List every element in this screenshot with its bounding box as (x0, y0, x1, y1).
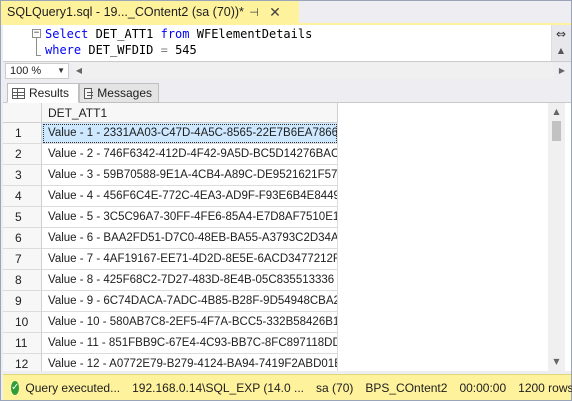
status-query: Query executed... (25, 380, 121, 395)
table-row[interactable]: 11 Value - 11 - 851FBB9C-67E4-4C93-BB7C-8… (3, 333, 338, 354)
identifier-table: WFElementDetails (189, 27, 313, 41)
code-line-2[interactable]: where DET_WFDID = 545 (45, 42, 197, 58)
status-user: sa (70) (316, 380, 354, 395)
grid-rows: 1 Value - 1 - 2331AA03-C47D-4A5C-8565-22E… (3, 123, 338, 371)
table-row[interactable]: 12 Value - 12 - A0772E79-B279-4124-BA94-7… (3, 354, 338, 371)
grid-icon (12, 87, 25, 99)
query-window: SQLQuery1.sql - 19..._COntent2 (sa (70))… (0, 0, 572, 401)
outline-line (36, 38, 37, 56)
table-row[interactable]: 7 Value - 7 - 4AF19167-EE71-4D2D-8E5E-6AC… (3, 249, 338, 270)
document-tabstrip: SQLQuery1.sql - 19..._COntent2 (sa (70))… (1, 1, 571, 25)
keyword-select: Select (45, 27, 89, 41)
results-tabstrip: Results Messages (3, 81, 571, 103)
messages-icon (84, 87, 94, 99)
document-tab[interactable]: SQLQuery1.sql - 19..._COntent2 (sa (70))… (1, 1, 299, 25)
scroll-right-icon[interactable]: ▶ (556, 64, 568, 78)
zoom-bar: 100 % ▼ ◀ ▶ (3, 61, 571, 79)
table-row[interactable]: 8 Value - 8 - 425F68C2-7D27-483D-8E4B-05C… (3, 270, 338, 291)
grid-cell[interactable]: Value - 5 - 3C5C96A7-30FF-4FE6-85A4-E7D8… (42, 207, 338, 228)
grid-cell[interactable]: Value - 8 - 425F68C2-7D27-483D-8E4B-05C8… (42, 270, 338, 291)
grid-cell[interactable]: Value - 9 - 6C74DACA-7ADC-4B85-B28F-9D54… (42, 291, 338, 312)
row-number[interactable]: 8 (3, 270, 42, 291)
row-number[interactable]: 6 (3, 228, 42, 249)
code-line-1[interactable]: Select DET_ATT1 from WFElementDetails (45, 26, 312, 42)
row-number[interactable]: 1 (3, 123, 42, 144)
operator-equals: = (160, 43, 168, 57)
scroll-left-icon[interactable]: ◀ (73, 64, 85, 78)
pin-icon[interactable]: ⊣ (247, 6, 261, 20)
document-tab-title: SQLQuery1.sql - 19..._COntent2 (sa (70))… (7, 5, 244, 19)
tab-results-label: Results (29, 86, 70, 100)
zoom-value: 100 % (10, 65, 42, 77)
row-number[interactable]: 12 (3, 354, 42, 371)
scroll-thumb[interactable] (552, 121, 561, 141)
keyword-where: where (45, 43, 82, 57)
table-row[interactable]: 3 Value - 3 - 59B70588-9E1A-4CB4-A89C-DE9… (3, 165, 338, 186)
grid-cell[interactable]: Value - 7 - 4AF19167-EE71-4D2D-8E5E-6ACD… (42, 249, 338, 270)
table-row[interactable]: 10 Value - 10 - 580AB7C8-2EF5-4F7A-BCC5-3… (3, 312, 338, 333)
results-grid[interactable]: DET_ATT1 1 Value - 1 - 2331AA03-C47D-4A5C… (3, 103, 571, 371)
row-number[interactable]: 10 (3, 312, 42, 333)
success-icon: ✓ (11, 380, 20, 395)
grid-cell[interactable]: Value - 4 - 456F6C4E-772C-4EA3-AD9F-F93E… (42, 186, 338, 207)
identifier-column: DET_ATT1 (88, 27, 161, 41)
row-number[interactable]: 7 (3, 249, 42, 270)
table-row[interactable]: 5 Value - 5 - 3C5C96A7-30FF-4FE6-85A4-E7D… (3, 207, 338, 228)
literal-number: 545 (167, 43, 197, 57)
chevron-down-icon[interactable]: ▼ (57, 64, 65, 78)
grid-cell[interactable]: Value - 12 - A0772E79-B279-4124-BA94-741… (42, 354, 338, 371)
tab-messages[interactable]: Messages (79, 83, 159, 103)
grid-cell[interactable]: Value - 11 - 851FBB9C-67E4-4C93-BB7C-8FC… (42, 333, 338, 354)
grid-cell[interactable]: Value - 10 - 580AB7C8-2EF5-4F7A-BCC5-332… (42, 312, 338, 333)
grid-cell[interactable]: Value - 6 - BAA2FD51-D7C0-48EB-BA55-A379… (42, 228, 338, 249)
tab-messages-label: Messages (97, 86, 152, 100)
row-number[interactable]: 2 (3, 144, 42, 165)
scroll-down-icon[interactable]: ▼ (548, 355, 565, 369)
table-row[interactable]: 4 Value - 4 - 456F6C4E-772C-4EA3-AD9F-F93… (3, 186, 338, 207)
scroll-up-icon[interactable]: ▲ (548, 105, 565, 119)
table-row[interactable]: 6 Value - 6 - BAA2FD51-D7C0-48EB-BA55-A37… (3, 228, 338, 249)
outline-end (36, 55, 41, 56)
status-bar: ✓ Query executed... 192.168.0.14\SQL_EXP… (3, 374, 572, 400)
tab-results[interactable]: Results (7, 83, 79, 103)
row-number[interactable]: 4 (3, 186, 42, 207)
keyword-from: from (160, 27, 190, 41)
editor-gutter (3, 25, 33, 61)
grid-cell[interactable]: Value - 2 - 746F6342-412D-4F42-9A5D-BC5D… (42, 144, 338, 165)
row-number[interactable]: 9 (3, 291, 42, 312)
grid-header: DET_ATT1 (3, 103, 338, 123)
status-time: 00:00:00 (459, 380, 507, 395)
table-row[interactable]: 9 Value - 9 - 6C74DACA-7ADC-4B85-B28F-9D5… (3, 291, 338, 312)
grid-vertical-scrollbar[interactable]: ▲ ▼ (548, 103, 565, 371)
grid-cell[interactable]: Value - 1 - 2331AA03-C47D-4A5C-8565-22E7… (42, 123, 338, 144)
identifier-filter-column: DET_WFDID (81, 43, 161, 57)
row-number[interactable]: 11 (3, 333, 42, 354)
row-number[interactable]: 5 (3, 207, 42, 228)
query-editor[interactable]: − Select DET_ATT1 from WFElementDetails … (3, 25, 571, 61)
status-server: 192.168.0.14\SQL_EXP (14.0 ... (132, 380, 305, 395)
zoom-select[interactable]: 100 % ▼ (5, 63, 69, 79)
status-database: BPS_COntent2 (365, 380, 448, 395)
table-row[interactable]: 2 Value - 2 - 746F6342-412D-4F42-9A5D-BC5… (3, 144, 338, 165)
table-row[interactable]: 1 Value - 1 - 2331AA03-C47D-4A5C-8565-22E… (3, 123, 338, 144)
scroll-up-icon[interactable]: ▲ (553, 44, 569, 58)
horizontal-scrollbar[interactable] (73, 63, 553, 79)
row-number-header[interactable] (3, 103, 42, 123)
close-icon[interactable]: ✕ (267, 5, 283, 21)
row-number[interactable]: 3 (3, 165, 42, 186)
status-rows: 1200 rows (518, 380, 572, 395)
column-header[interactable]: DET_ATT1 (42, 103, 338, 123)
collapse-icon[interactable]: − (32, 29, 41, 38)
grid-cell[interactable]: Value - 3 - 59B70588-9E1A-4CB4-A89C-DE95… (42, 165, 338, 186)
splitter-icon[interactable]: ⇔ (553, 27, 569, 41)
